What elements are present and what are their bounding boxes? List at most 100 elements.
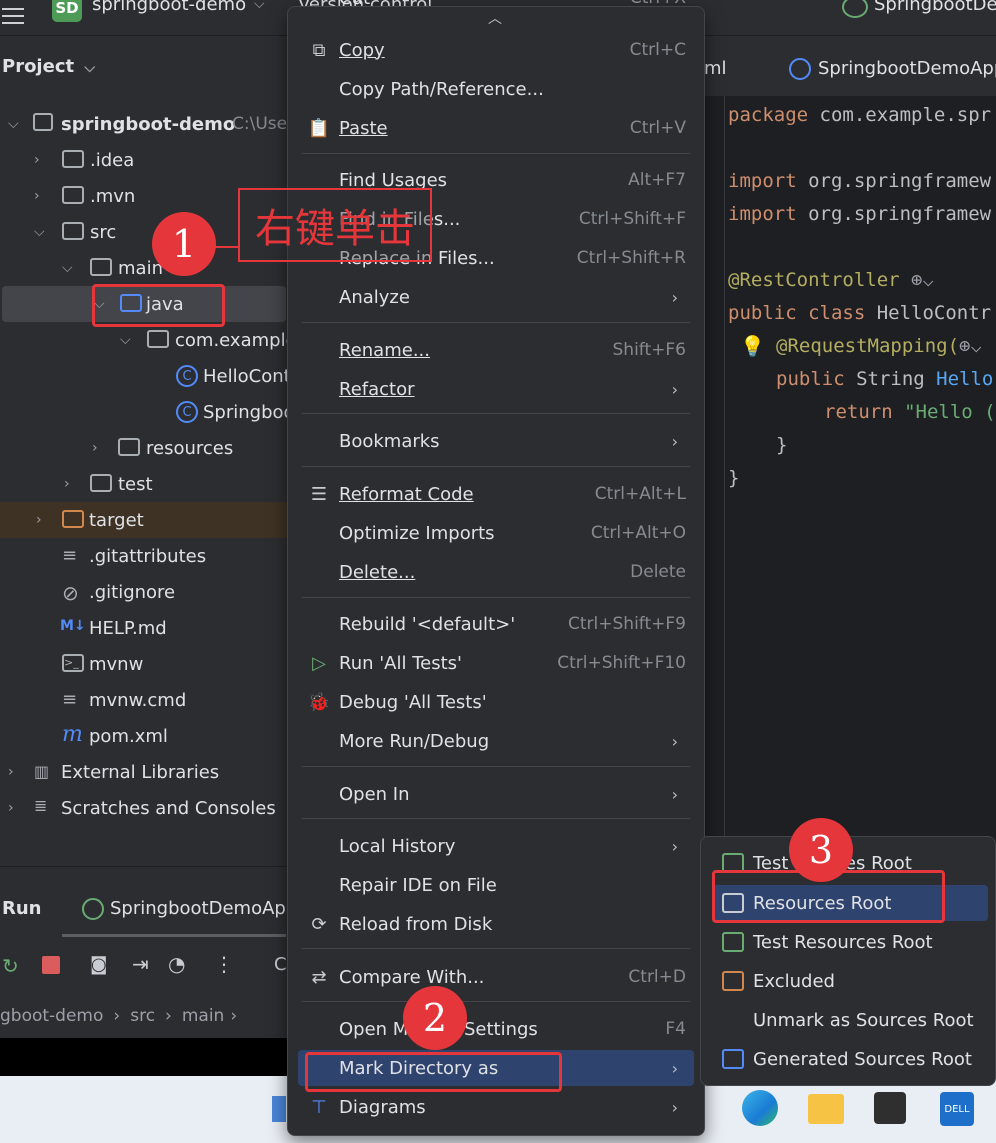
tree-item-pomxml[interactable]: m pom.xml [0, 718, 290, 754]
hamburger-menu-icon[interactable] [2, 6, 24, 26]
submenu-item-unmark[interactable]: Unmark as Sources Root [712, 1002, 988, 1038]
menu-item-repair-ide[interactable]: Repair IDE on File [298, 867, 694, 903]
globe-icon[interactable]: ⊕⌵ [959, 335, 982, 357]
editor-tab-app[interactable]: SpringbootDemoApp [818, 58, 996, 79]
menu-shortcut: Delete [630, 562, 686, 582]
tree-item-root[interactable]: ⌵ springboot-demo C:\Use [0, 106, 290, 142]
tree-label: src [90, 221, 117, 243]
more-vertical-icon[interactable]: ⋮ [214, 952, 234, 976]
more-icon[interactable]: C [274, 954, 287, 975]
tree-item-test[interactable]: › test [0, 466, 290, 502]
edge-icon[interactable] [742, 1090, 778, 1126]
camera-icon[interactable]: ◙ [90, 954, 107, 975]
menu-item-cut[interactable]: Cut Ctrl+X [298, 0, 694, 16]
breadcrumb-item[interactable]: gboot-demo [0, 1006, 103, 1026]
submenu-item-generated-sources-root[interactable]: Generated Sources Root [712, 1041, 988, 1077]
excluded-folder-icon [62, 510, 84, 528]
menu-shortcut: Ctrl+C [629, 40, 686, 60]
menu-item-diagrams[interactable]: ⊤ Diagrams › [298, 1089, 694, 1125]
tree-item-helpmd[interactable]: M↓ HELP.md [0, 610, 290, 646]
chevron-right-icon[interactable]: › [34, 152, 48, 168]
gauge-icon[interactable]: ◔ [168, 952, 185, 976]
chevron-down-icon[interactable]: ⌵ [8, 116, 22, 132]
tree-item-gitattributes[interactable]: ≡ .gitattributes [0, 538, 290, 574]
tree-item-target[interactable]: › target [0, 502, 290, 538]
project-switcher[interactable]: springboot-demo [92, 0, 246, 15]
menu-item-local-history[interactable]: Local History › [298, 828, 694, 864]
tree-item-mvnw[interactable]: >_ mvnw [0, 646, 290, 682]
menu-item-more-run-debug[interactable]: More Run/Debug › [298, 723, 694, 759]
class-icon: C [176, 365, 198, 387]
chevron-right-icon[interactable]: › [8, 764, 22, 780]
dell-icon[interactable]: DELL [940, 1092, 974, 1126]
chevron-right-icon[interactable]: › [92, 440, 106, 456]
tree-item-resources[interactable]: › resources [0, 430, 290, 466]
file-explorer-icon[interactable] [808, 1094, 844, 1124]
menu-item-analyze[interactable]: Analyze › [298, 279, 694, 315]
menu-label: Local History [339, 835, 456, 857]
run-config-selector[interactable]: SpringbootDe [874, 0, 996, 15]
menu-item-bookmarks[interactable]: Bookmarks › [298, 423, 694, 459]
editor-tab-xml[interactable]: ml [704, 58, 727, 79]
globe-icon[interactable]: ⊕⌵ [900, 269, 934, 291]
rerun-icon[interactable]: ↻ [2, 954, 19, 978]
tree-label: .gitattributes [89, 545, 207, 567]
menu-item-run-all-tests[interactable]: ▷ Run 'All Tests' Ctrl+Shift+F10 [298, 645, 694, 681]
callout-label: 右键单击 [238, 188, 432, 262]
menu-separator [302, 153, 690, 154]
menu-item-open-in[interactable]: Open In › [298, 776, 694, 812]
menu-item-rebuild[interactable]: Rebuild '<default>' Ctrl+Shift+F9 [298, 606, 694, 642]
tree-label: pom.xml [89, 725, 168, 747]
menu-item-reload-from-disk[interactable]: ⟳ Reload from Disk [298, 906, 694, 942]
submenu-item-excluded[interactable]: Excluded [712, 963, 988, 999]
tree-item-springbootapp[interactable]: C Springboo [0, 394, 295, 430]
tree-item-idea[interactable]: › .idea [0, 142, 290, 178]
code-text: com.example.spr [808, 104, 992, 126]
tree-item-scratches[interactable]: › ≣ Scratches and Consoles [0, 790, 290, 826]
menu-item-paste[interactable]: 📋 Paste Ctrl+V [298, 110, 694, 146]
menu-item-refactor[interactable]: Refactor › [298, 371, 694, 407]
scratches-icon: ≣ [34, 796, 48, 815]
chevron-right-icon[interactable]: › [36, 512, 50, 528]
menu-item-module-settings[interactable]: Open Module SettingsF4 [298, 1011, 694, 1047]
code-keyword: return [824, 401, 893, 423]
lightbulb-icon[interactable]: 💡 [740, 334, 765, 358]
chevron-down-icon[interactable]: ⌵ [34, 224, 48, 240]
menu-item-debug-all-tests[interactable]: 🐞 Debug 'All Tests' [298, 684, 694, 720]
stop-icon[interactable] [42, 956, 60, 974]
tree-item-gitignore[interactable]: ⊘ .gitignore [0, 574, 290, 610]
menu-separator [302, 597, 690, 598]
store-icon[interactable] [874, 1092, 906, 1124]
chevron-right-icon[interactable]: › [64, 476, 78, 492]
tree-label: External Libraries [61, 761, 220, 783]
run-tab[interactable]: SpringbootDemoAp [110, 898, 286, 919]
menu-item-rename[interactable]: Rename... Shift+F6 [298, 332, 694, 368]
project-badge[interactable]: SD [52, 0, 82, 22]
folder-icon [62, 150, 84, 168]
menu-item-reformat-code[interactable]: ☰ Reformat Code Ctrl+Alt+L [298, 476, 694, 512]
folder-icon [90, 258, 112, 276]
menu-item-copy[interactable]: ⧉ Copy Ctrl+C [298, 32, 694, 68]
menu-item-copy-path[interactable]: Copy Path/Reference... [298, 71, 694, 107]
tree-item-package[interactable]: ⌵ com.example [0, 322, 297, 358]
breadcrumb-item[interactable]: src [130, 1006, 155, 1026]
breadcrumb-item[interactable]: main [182, 1006, 224, 1026]
project-panel-title[interactable]: Project ⌵ [2, 56, 95, 77]
menu-item-compare-with[interactable]: ⇄ Compare With... Ctrl+D [298, 959, 694, 995]
taskbar-app-icon[interactable] [272, 1096, 286, 1122]
tree-label: HELP.md [89, 617, 167, 639]
tree-item-mvnwcmd[interactable]: ≡ mvnw.cmd [0, 682, 290, 718]
menu-item-delete[interactable]: Delete... Delete [298, 554, 694, 590]
menu-label: Repair IDE on File [339, 874, 497, 896]
chevron-down-icon[interactable]: ⌵ [120, 332, 134, 348]
menu-shortcut: Ctrl+Shift+F [578, 209, 686, 229]
exit-icon[interactable]: ⇥ [132, 952, 149, 976]
menu-item-optimize-imports[interactable]: Optimize Imports Ctrl+Alt+O [298, 515, 694, 551]
code-keyword: public [776, 368, 845, 390]
chevron-down-icon[interactable]: ⌵ [62, 260, 76, 276]
chevron-right-icon[interactable]: › [34, 188, 48, 204]
tree-item-hellocontroller[interactable]: C HelloCont [0, 358, 291, 394]
tree-item-external-libraries[interactable]: › ▥ External Libraries [0, 754, 290, 790]
chevron-right-icon[interactable]: › [8, 800, 22, 816]
submenu-item-test-resources-root[interactable]: Test Resources Root [712, 924, 988, 960]
